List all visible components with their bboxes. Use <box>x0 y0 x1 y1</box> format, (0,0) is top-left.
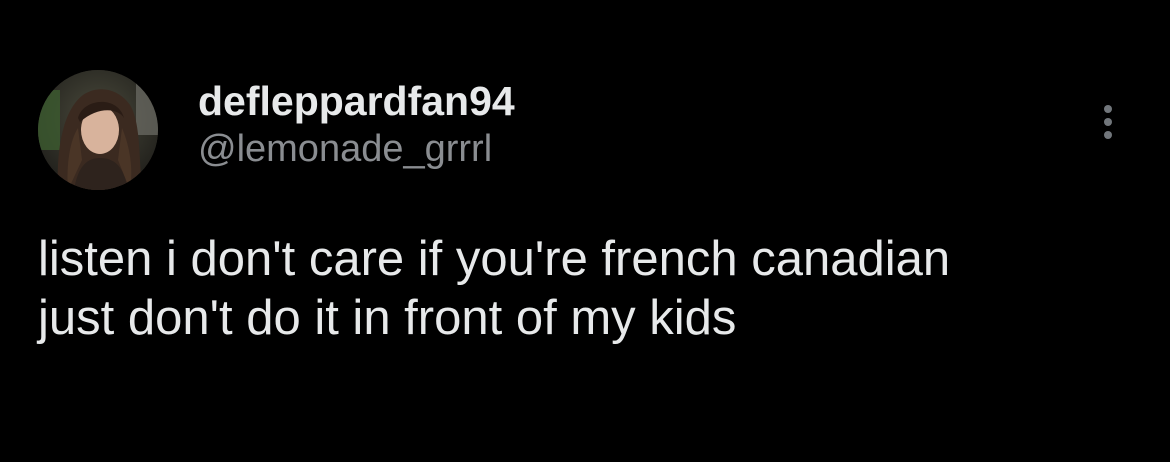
display-name[interactable]: defleppardfan94 <box>198 78 515 124</box>
avatar[interactable] <box>38 70 158 190</box>
user-info: defleppardfan94 @lemonade_grrrl <box>198 78 515 172</box>
avatar-photo-icon <box>38 70 158 190</box>
tweet-text: listen i don't care if you're french can… <box>38 230 1148 348</box>
more-options-icon-dot <box>1104 131 1112 139</box>
tweet-text-line: just don't do it in front of my kids <box>38 291 737 345</box>
more-options-icon-dot <box>1104 118 1112 126</box>
tweet-text-line: listen i don't care if you're french can… <box>38 232 951 286</box>
user-handle[interactable]: @lemonade_grrrl <box>198 126 515 172</box>
more-options-button[interactable] <box>1088 96 1128 148</box>
more-options-icon <box>1104 105 1112 113</box>
tweet-card: defleppardfan94 @lemonade_grrrl listen i… <box>0 0 1170 462</box>
